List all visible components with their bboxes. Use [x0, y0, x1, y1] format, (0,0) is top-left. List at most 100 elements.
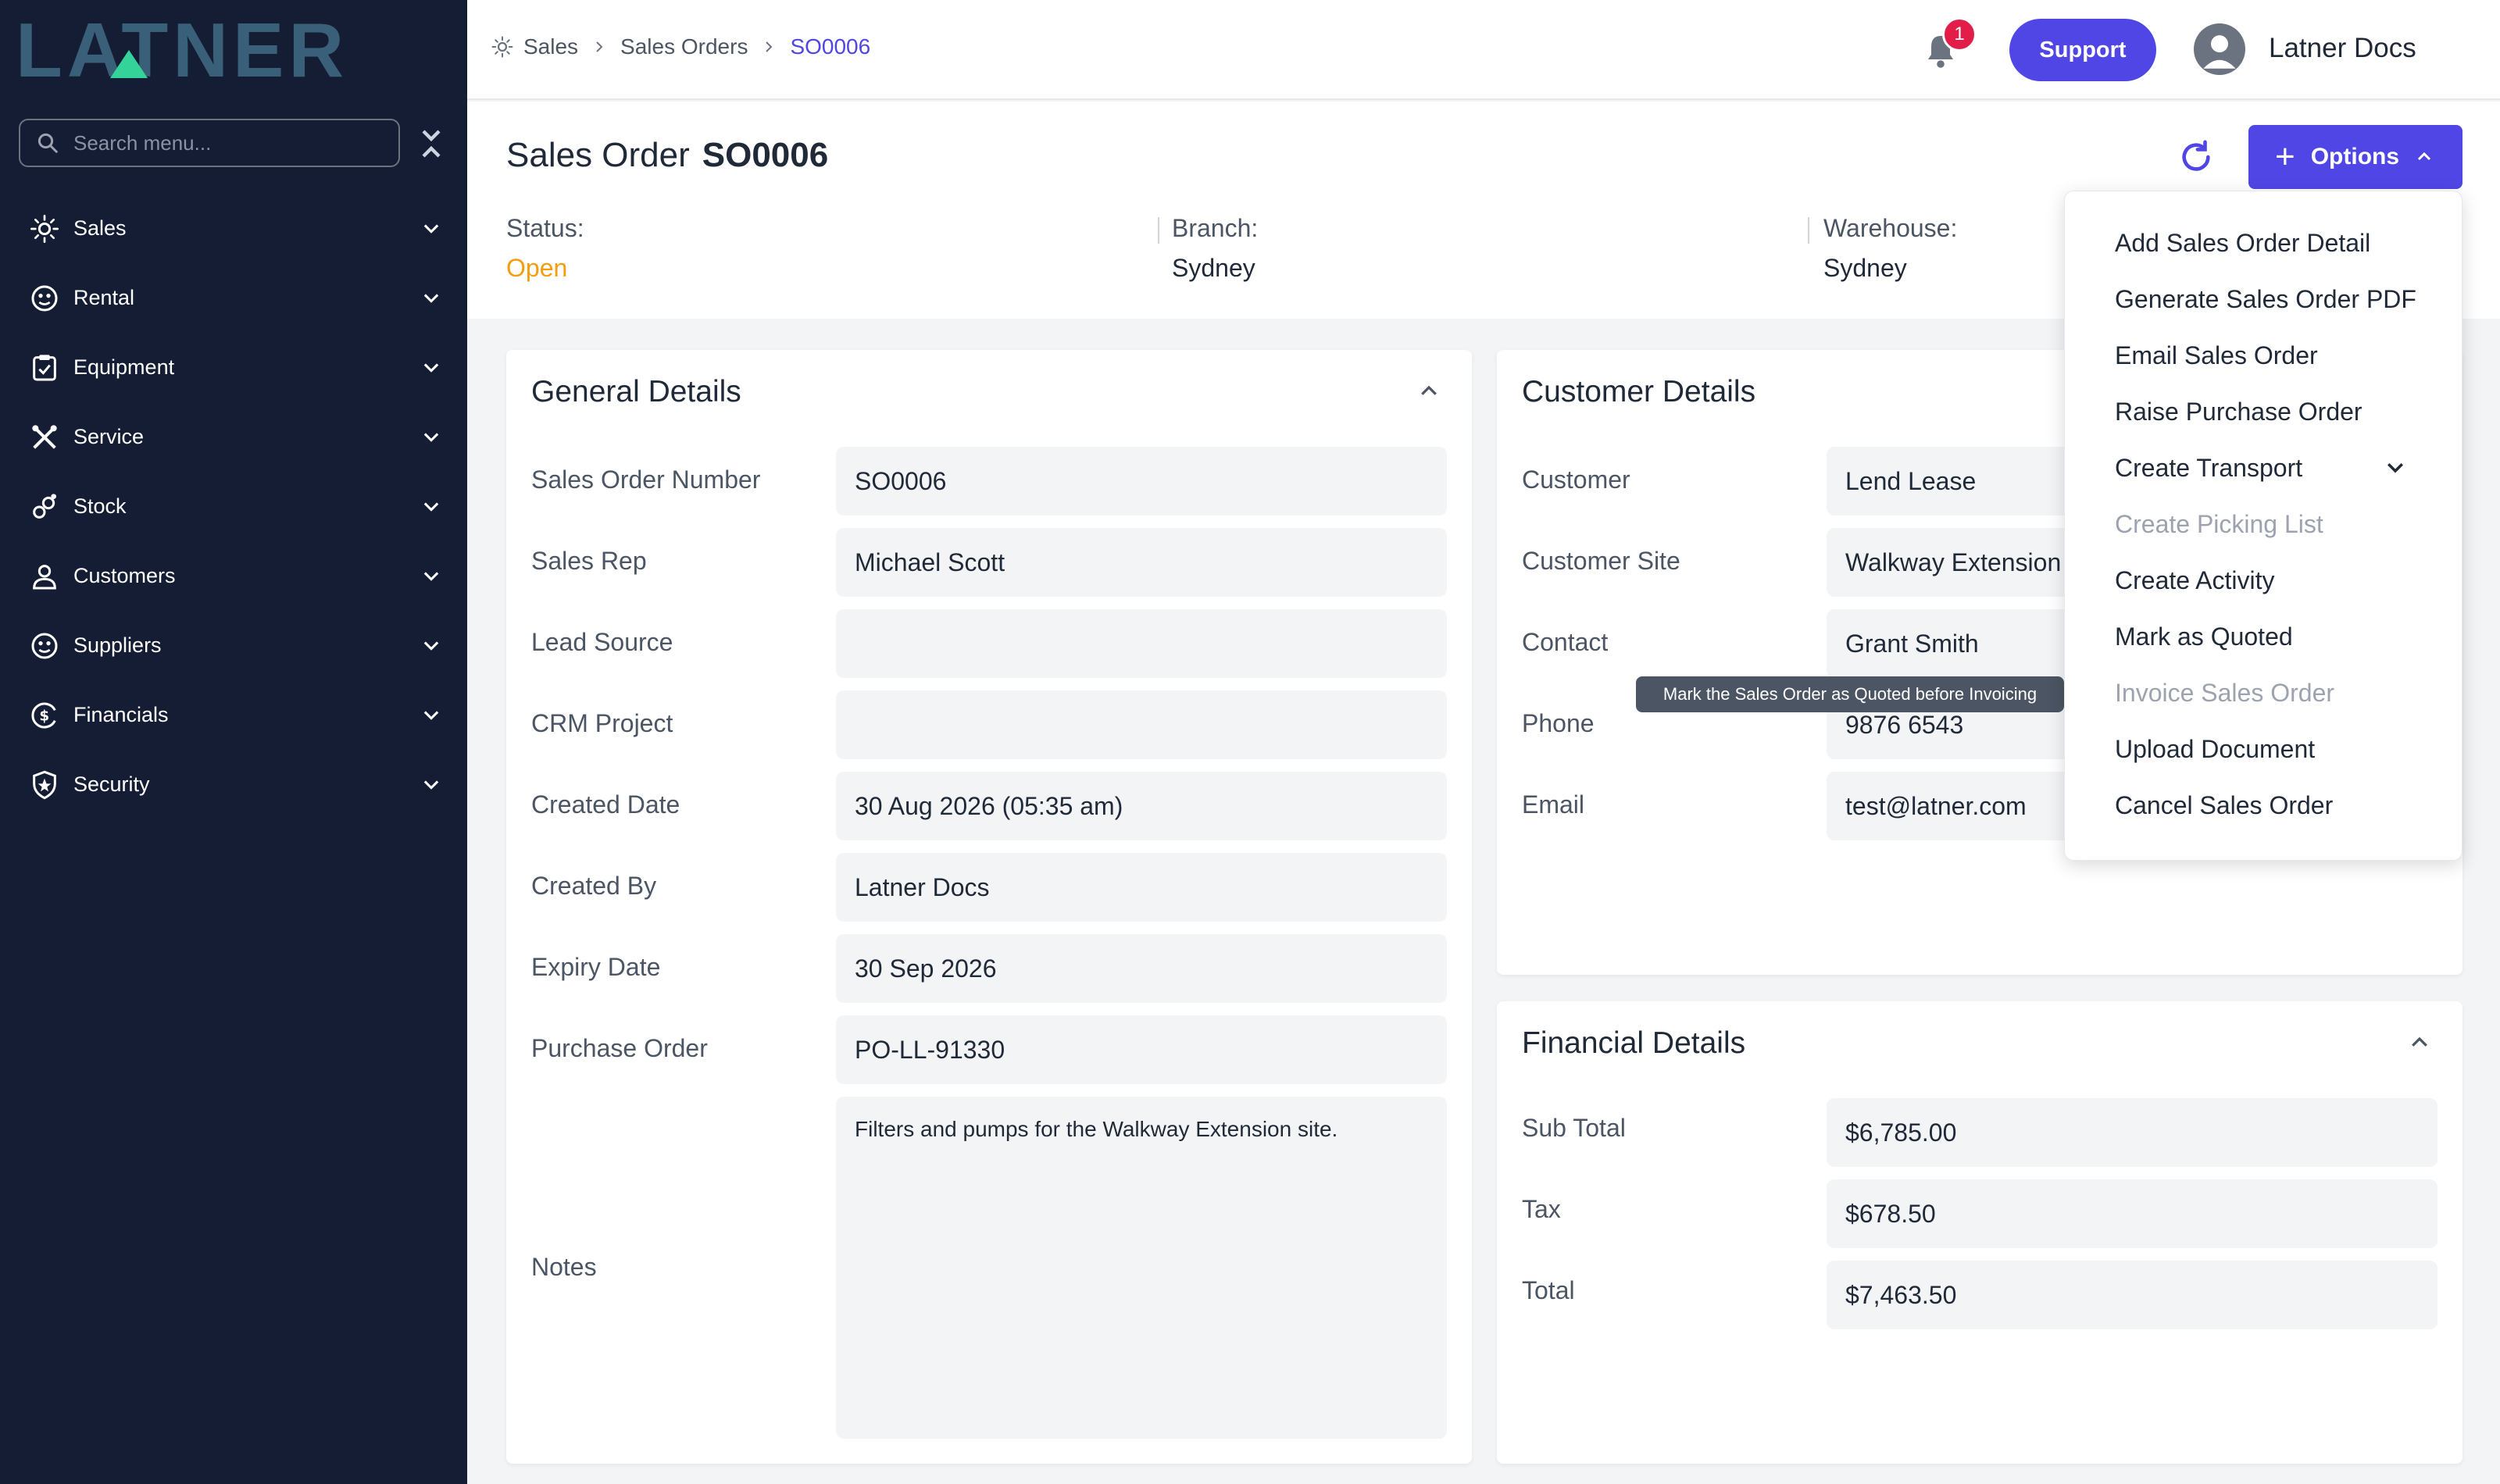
sidebar-nav: Sales Rental Equipment Service Stock Cus…: [0, 194, 467, 819]
user-name[interactable]: Latner Docs: [2269, 33, 2416, 64]
divider: [1158, 217, 1159, 244]
top-bar: Sales Sales Orders SO0006 1 Support Latn…: [467, 0, 2500, 100]
divider: [1808, 217, 1809, 244]
menu-item-raise-purchase-order[interactable]: Raise Purchase Order: [2115, 398, 2362, 426]
field-label: Expiry Date: [531, 953, 661, 981]
breadcrumb-sales[interactable]: Sales: [523, 34, 578, 59]
branch-value: Sydney: [1172, 254, 1255, 282]
menu-item-cancel-sales-order[interactable]: Cancel Sales Order: [2115, 791, 2333, 820]
sidebar-item-security[interactable]: Security: [0, 750, 467, 819]
chevron-down-icon: [423, 294, 439, 303]
breadcrumb-sales-orders[interactable]: Sales Orders: [620, 34, 748, 59]
order-number: SO0006: [702, 136, 829, 174]
chevron-down-icon: [423, 433, 439, 442]
sales-icon: [28, 212, 61, 245]
breadcrumb: Sales Sales Orders SO0006: [491, 34, 870, 59]
sidebar-item-sales[interactable]: Sales: [0, 194, 467, 263]
branch-field: Branch: Sydney: [1172, 214, 1258, 283]
svg-text:$: $: [39, 708, 49, 724]
chevron-down-icon[interactable]: [2384, 455, 2407, 479]
collapse-sidebar-icon[interactable]: [419, 127, 444, 161]
notification-badge: 1: [1942, 17, 1977, 52]
tax-field[interactable]: $678.50: [1827, 1179, 2438, 1248]
user-icon: [2203, 35, 2236, 69]
options-button[interactable]: + Options: [2248, 125, 2462, 189]
financial-details-title: Financial Details: [1522, 1026, 1746, 1060]
chevron-up-icon[interactable]: [2408, 1031, 2431, 1054]
avatar[interactable]: [2194, 23, 2245, 75]
chevron-down-icon: [423, 572, 439, 581]
field-label: Sales Rep: [531, 547, 647, 575]
search-input[interactable]: [73, 130, 386, 155]
search-menu[interactable]: [19, 119, 400, 167]
sidebar-item-equipment[interactable]: Equipment: [0, 333, 467, 402]
menu-item-create-transport[interactable]: Create Transport: [2115, 454, 2302, 483]
sales-rep-field[interactable]: Michael Scott: [836, 528, 1447, 597]
sidebar-item-label: Sales: [73, 216, 127, 240]
menu-item-email-sales-order[interactable]: Email Sales Order: [2115, 341, 2318, 370]
chevron-down-icon: [423, 502, 439, 512]
chevron-down-icon: [423, 224, 439, 234]
sidebar-item-label: Financials: [73, 703, 169, 726]
sidebar-item-suppliers[interactable]: Suppliers: [0, 611, 467, 680]
menu-item-mark-as-quoted[interactable]: Mark as Quoted: [2115, 622, 2293, 651]
field-label: Sales Order Number: [531, 466, 761, 494]
suppliers-icon: [28, 630, 61, 662]
branch-label: Branch:: [1172, 214, 1259, 242]
warehouse-value: Sydney: [1823, 254, 1907, 282]
field-label: Created By: [531, 872, 657, 900]
sidebar-item-label: Customers: [73, 564, 176, 587]
latner-logo[interactable]: LATNER: [16, 14, 438, 84]
chevron-down-icon: [423, 641, 439, 651]
field-label: CRM Project: [531, 709, 673, 737]
sidebar-item-rental[interactable]: Rental: [0, 263, 467, 333]
sidebar-item-stock[interactable]: Stock: [0, 472, 467, 541]
field-label: Tax: [1522, 1195, 1561, 1223]
warehouse-label: Warehouse:: [1823, 214, 1958, 242]
chevron-down-icon: [423, 780, 439, 790]
sidebar: LATNER Sales Rental Equipment Service: [0, 0, 467, 1484]
chevron-up-icon: [2417, 152, 2431, 161]
crm-project-field[interactable]: [836, 690, 1447, 759]
field-label: Customer Site: [1522, 547, 1680, 575]
field-label: Sub Total: [1522, 1114, 1626, 1142]
sidebar-item-customers[interactable]: Customers: [0, 541, 467, 611]
sales-order-number-field[interactable]: SO0006: [836, 447, 1447, 515]
sub-total-field[interactable]: $6,785.00: [1827, 1098, 2438, 1167]
breadcrumb-current: SO0006: [790, 34, 871, 59]
sidebar-item-service[interactable]: Service: [0, 402, 467, 472]
options-dropdown: Add Sales Order Detail Generate Sales Or…: [2064, 191, 2462, 861]
field-label: Total: [1522, 1276, 1575, 1304]
page-title-text: Sales Order: [506, 136, 690, 174]
lead-source-field[interactable]: [836, 609, 1447, 678]
menu-item-add-sales-order-detail[interactable]: Add Sales Order Detail: [2115, 229, 2370, 258]
menu-item-generate-pdf[interactable]: Generate Sales Order PDF: [2115, 285, 2416, 314]
customers-icon: [28, 560, 61, 593]
purchase-order-field[interactable]: PO-LL-91330: [836, 1015, 1447, 1084]
sidebar-item-label: Equipment: [73, 355, 175, 379]
expiry-date-field[interactable]: 30 Sep 2026: [836, 934, 1447, 1003]
field-label: Purchase Order: [531, 1034, 708, 1062]
sidebar-item-financials[interactable]: $ Financials: [0, 680, 467, 750]
general-details-title: General Details: [531, 375, 741, 408]
field-label: Notes: [531, 1253, 597, 1281]
refresh-icon[interactable]: [2178, 139, 2214, 175]
field-label: Created Date: [531, 790, 680, 819]
stock-icon: [28, 491, 61, 523]
chevron-right-icon: [596, 41, 603, 52]
created-by-field[interactable]: Latner Docs: [836, 853, 1447, 922]
sales-icon: [491, 36, 513, 58]
shield-icon: [28, 769, 61, 801]
total-field[interactable]: $7,463.50: [1827, 1261, 2438, 1329]
created-date-field[interactable]: 30 Aug 2026 (05:35 am): [836, 772, 1447, 840]
notes-field[interactable]: Filters and pumps for the Walkway Extens…: [836, 1097, 1447, 1439]
svg-text:LATNER: LATNER: [16, 14, 348, 84]
service-icon: [28, 421, 61, 454]
menu-item-create-activity[interactable]: Create Activity: [2115, 566, 2275, 595]
chevron-down-icon: [423, 363, 439, 373]
support-button[interactable]: Support: [2009, 19, 2156, 81]
menu-item-upload-document[interactable]: Upload Document: [2115, 735, 2315, 764]
rental-icon: [28, 282, 61, 315]
sidebar-item-label: Service: [73, 425, 145, 448]
chevron-up-icon[interactable]: [1417, 380, 1441, 403]
